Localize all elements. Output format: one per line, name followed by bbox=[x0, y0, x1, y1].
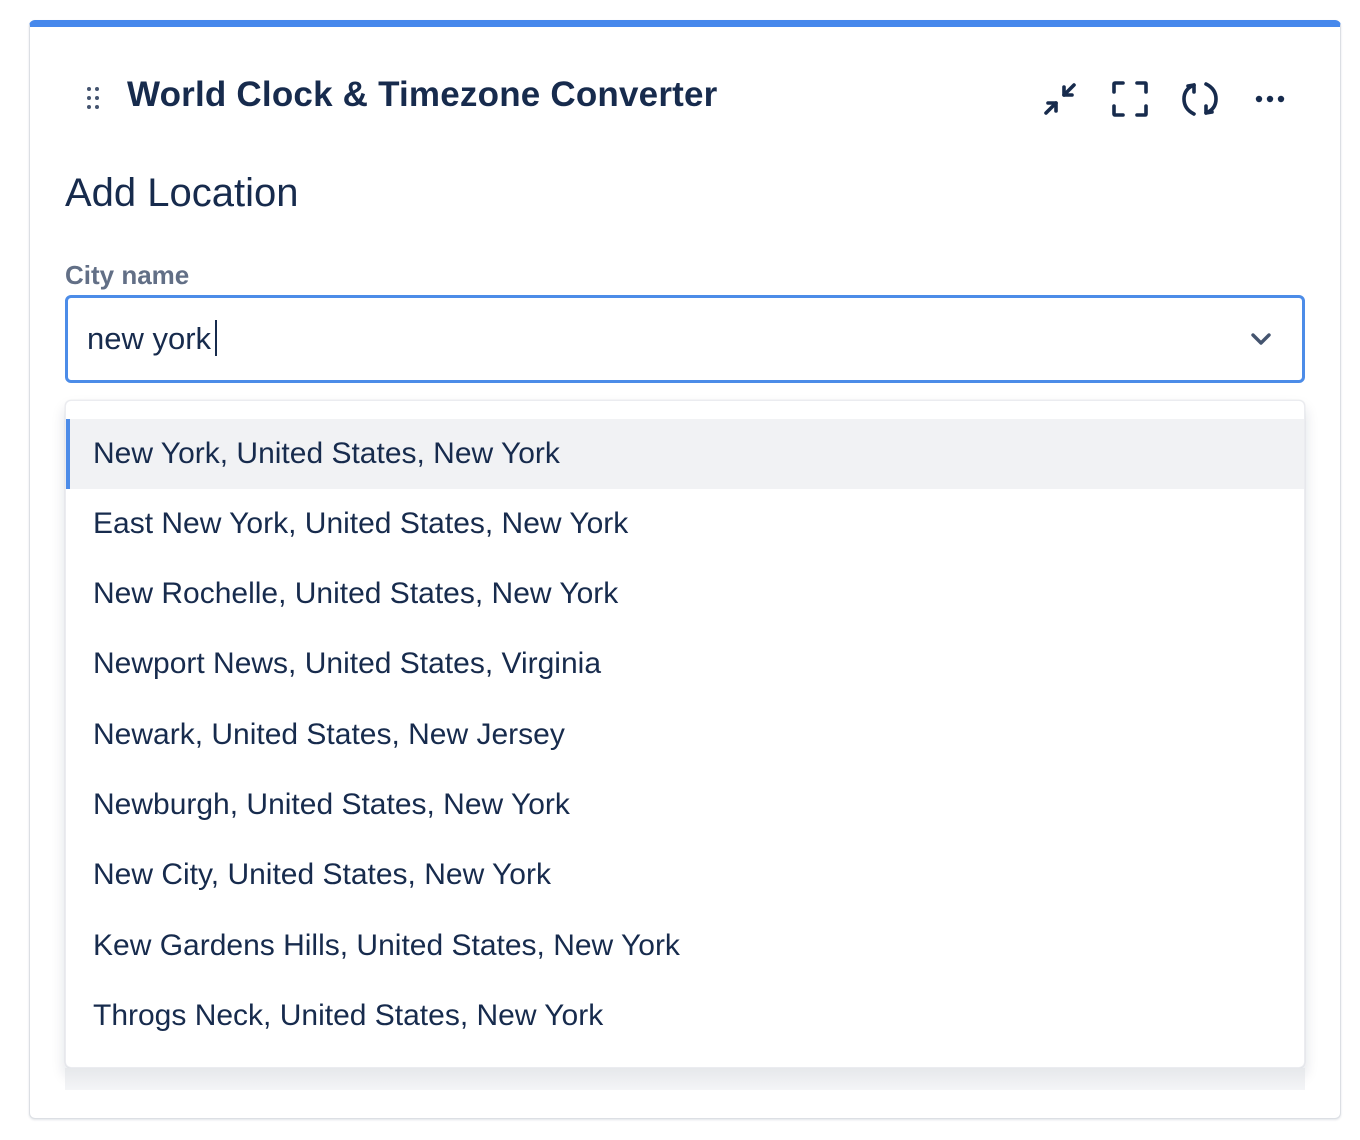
gadget-header: World Clock & Timezone Converter bbox=[30, 27, 1340, 167]
fullscreen-icon bbox=[1110, 79, 1150, 119]
fullscreen-button[interactable] bbox=[1108, 77, 1152, 121]
gadget-title: World Clock & Timezone Converter bbox=[127, 75, 718, 114]
more-button[interactable] bbox=[1248, 77, 1292, 121]
suggestion-option[interactable]: Newburgh, United States, New York bbox=[66, 770, 1304, 840]
chevron-down-icon[interactable] bbox=[1248, 326, 1274, 352]
suggestion-option[interactable]: Newport News, United States, Virginia bbox=[66, 629, 1304, 699]
more-horizontal-icon bbox=[1254, 93, 1286, 105]
suggestion-option[interactable]: New York, United States, New York bbox=[66, 419, 1304, 489]
city-select[interactable] bbox=[65, 295, 1305, 383]
city-suggestions-menu: New York, United States, New York East N… bbox=[65, 400, 1305, 1068]
refresh-button[interactable] bbox=[1178, 77, 1222, 121]
drag-handle-icon[interactable] bbox=[85, 85, 101, 111]
add-location-heading: Add Location bbox=[65, 171, 299, 215]
suggestion-option[interactable]: Kew Gardens Hills, United States, New Yo… bbox=[66, 911, 1304, 981]
suggestion-option[interactable]: East New York, United States, New York bbox=[66, 489, 1304, 559]
text-cursor bbox=[215, 320, 217, 356]
world-clock-gadget: World Clock & Timezone Converter Add Loc… bbox=[29, 20, 1341, 1119]
city-name-label: City name bbox=[65, 260, 190, 290]
suggestion-option[interactable]: New City, United States, New York bbox=[66, 840, 1304, 910]
suggestion-option[interactable]: Throgs Neck, United States, New York bbox=[66, 981, 1304, 1051]
suggestion-option[interactable]: New Rochelle, United States, New York bbox=[66, 559, 1304, 629]
minimize-arrows-icon bbox=[1040, 79, 1080, 119]
minimize-button[interactable] bbox=[1038, 77, 1082, 121]
menu-shadow bbox=[65, 1068, 1305, 1090]
refresh-icon bbox=[1180, 79, 1220, 119]
city-search-input[interactable] bbox=[87, 316, 1187, 362]
suggestion-option[interactable]: Newark, United States, New Jersey bbox=[66, 700, 1304, 770]
